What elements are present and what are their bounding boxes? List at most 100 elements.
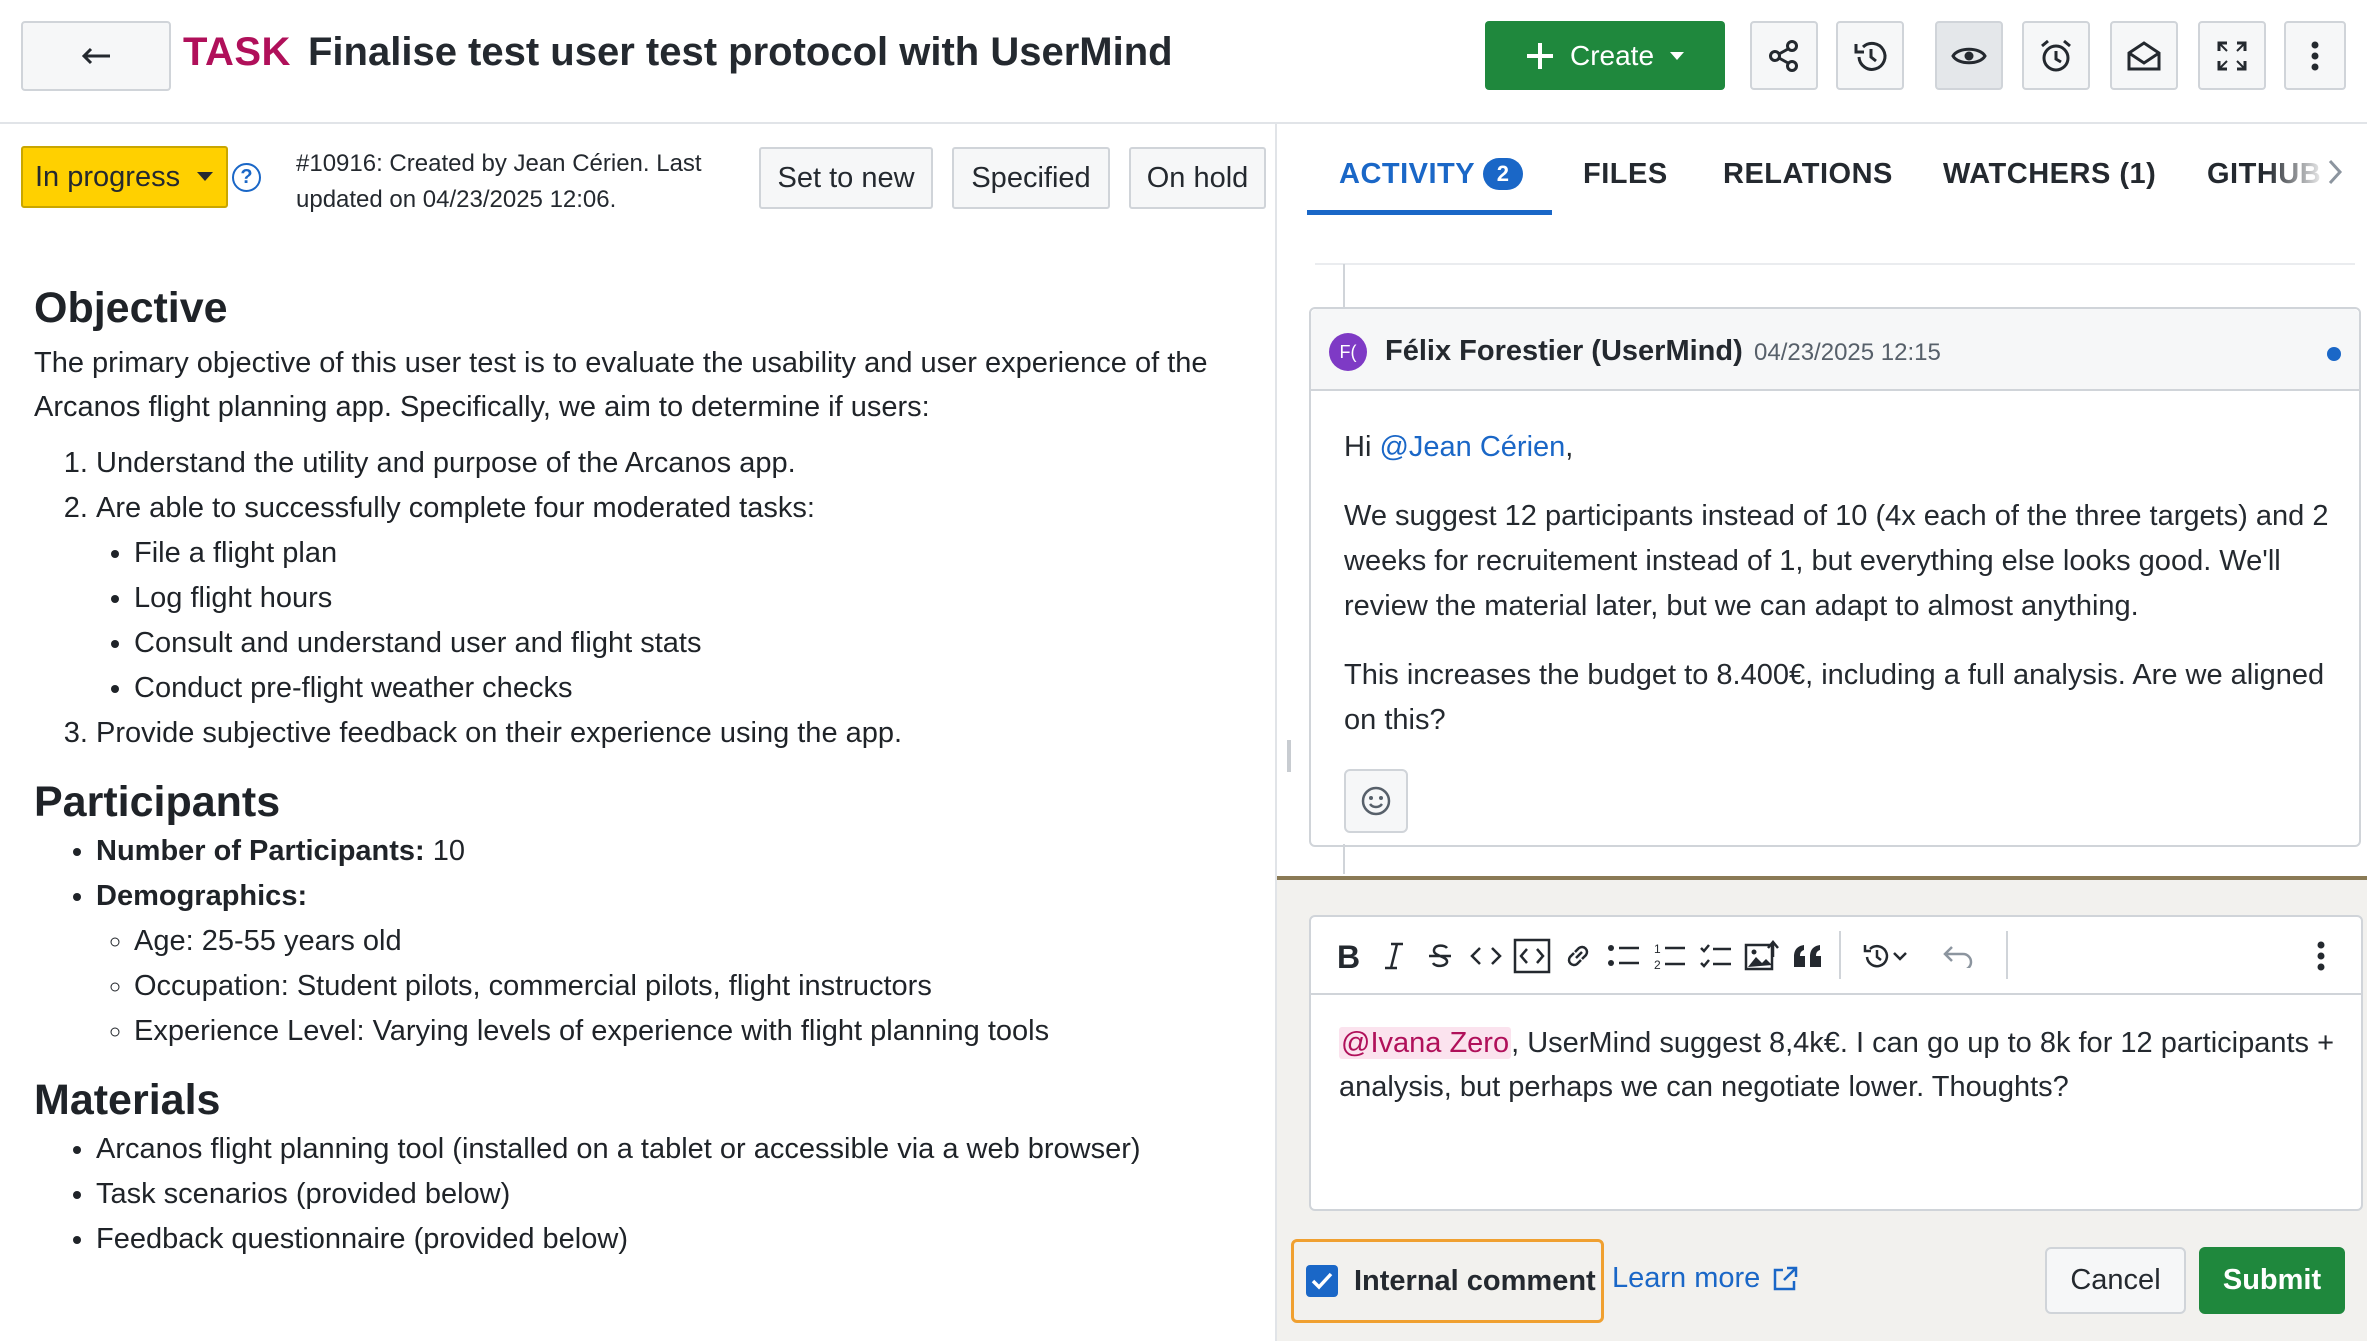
greeting-end: , <box>1565 431 1573 463</box>
history-icon <box>1851 38 1889 74</box>
editor-more-button[interactable] <box>2296 931 2346 981</box>
undo-button[interactable] <box>1933 931 1983 981</box>
link-button[interactable] <box>1553 931 1603 981</box>
tab-activity[interactable]: ACTIVITY2 <box>1339 158 1523 191</box>
demographics-label: Demographics: <box>96 880 307 912</box>
status-dropdown[interactable]: In progress <box>21 146 228 208</box>
participants-count-label: Number of Participants: <box>96 835 425 867</box>
toolbar-separator <box>2006 931 2008 979</box>
plus-icon <box>1524 40 1556 72</box>
bulleted-list-button[interactable] <box>1599 931 1649 981</box>
watch-button[interactable] <box>1935 21 2003 90</box>
reminder-button[interactable] <box>2022 21 2090 90</box>
numbered-list-icon: 12 <box>1653 941 1687 971</box>
more-vertical-icon <box>2311 41 2319 71</box>
timeline-line <box>1343 264 1345 309</box>
fullscreen-icon <box>2216 40 2248 72</box>
undo-icon <box>1942 944 1974 968</box>
task-header: TASK Finalise test user test protocol wi… <box>0 0 2367 124</box>
image-upload-button[interactable] <box>1737 931 1787 981</box>
list-item: Arcanos flight planning tool (installed … <box>96 1127 1254 1172</box>
unread-indicator <box>2327 347 2341 361</box>
specified-button[interactable]: Specified <box>952 147 1110 209</box>
task-meta: #10916: Created by Jean Cérien. Last upd… <box>296 146 736 218</box>
materials-list: Arcanos flight planning tool (installed … <box>34 1127 1254 1262</box>
share-icon <box>1767 39 1801 73</box>
more-menu-button[interactable] <box>2284 21 2346 90</box>
list-item: Experience Level: Varying levels of expe… <box>134 1009 1254 1054</box>
strikethrough-button[interactable] <box>1415 931 1465 981</box>
inline-code-button[interactable] <box>1461 931 1511 981</box>
toolbar-separator <box>1839 931 1841 979</box>
work-package-type: TASK <box>183 30 291 75</box>
code-block-button[interactable] <box>1507 931 1557 981</box>
add-reaction-button[interactable] <box>1344 769 1408 833</box>
submit-button[interactable]: Submit <box>2199 1247 2345 1314</box>
caret-down-icon <box>196 171 214 183</box>
code-block-icon <box>1513 938 1551 974</box>
todo-list-button[interactable] <box>1691 931 1741 981</box>
objective-text: The primary objective of this user test … <box>34 341 1254 429</box>
task-list: File a flight plan Log flight hours Cons… <box>96 531 1254 711</box>
list-item: Demographics: Age: 25-55 years old Occup… <box>96 874 1254 1054</box>
editor-toolbar: B 12 <box>1311 917 2361 995</box>
bulleted-list-icon <box>1607 943 1641 969</box>
smiley-icon <box>1360 785 1392 817</box>
tab-watchers[interactable]: WATCHERS (1) <box>1943 158 2156 191</box>
share-button[interactable] <box>1750 21 1818 90</box>
learn-more-link[interactable]: Learn more <box>1612 1262 1798 1295</box>
fullscreen-button[interactable] <box>2198 21 2266 90</box>
list-item: File a flight plan <box>134 531 1254 576</box>
list-item: Understand the utility and purpose of th… <box>96 441 1254 486</box>
comment-header: F( Félix Forestier (UserMind) 04/23/2025… <box>1311 309 2359 391</box>
comment-body: Hi @Jean Cérien, We suggest 12 participa… <box>1344 425 2344 767</box>
help-icon[interactable]: ? <box>232 163 261 192</box>
internal-comment-toggle[interactable]: Internal comment <box>1291 1239 1604 1323</box>
create-button[interactable]: Create <box>1485 21 1725 90</box>
avatar[interactable]: F( <box>1329 333 1367 371</box>
italic-button[interactable] <box>1369 931 1419 981</box>
svg-text:1: 1 <box>1654 942 1661 956</box>
chevron-down-icon <box>1892 951 1908 961</box>
participants-count: 10 <box>425 835 465 867</box>
tab-files[interactable]: FILES <box>1583 158 1668 191</box>
internal-comment-checkbox[interactable] <box>1306 1265 1338 1297</box>
baseline-button[interactable] <box>1836 21 1904 90</box>
list-item: Conduct pre-flight weather checks <box>134 666 1254 711</box>
demographics-list: Age: 25-55 years old Occupation: Student… <box>96 919 1254 1054</box>
page-title[interactable]: Finalise test user test protocol with Us… <box>308 30 1173 75</box>
tab-bar: ACTIVITY2 FILES RELATIONS WATCHERS (1) G… <box>1277 124 2367 216</box>
active-tab-indicator <box>1307 210 1552 215</box>
back-button[interactable] <box>21 21 171 91</box>
timeline-line <box>1343 844 1345 874</box>
description[interactable]: Objective The primary objective of this … <box>34 284 1254 1262</box>
comment-author[interactable]: Félix Forestier (UserMind) <box>1385 335 1743 368</box>
checkmark-icon <box>1311 1272 1333 1290</box>
caret-down-icon <box>1668 50 1686 62</box>
internal-comment-label: Internal comment <box>1354 1265 1596 1298</box>
bold-button[interactable]: B <box>1323 931 1373 981</box>
quote-button[interactable] <box>1783 931 1833 981</box>
rich-text-editor[interactable]: B 12 @Ivana Zero, UserMind suggest 8,4k€… <box>1309 915 2363 1211</box>
link-icon <box>1563 941 1593 971</box>
comment-composer: B 12 @Ivana Zero, UserMind suggest 8,4k€… <box>1277 876 2367 1341</box>
numbered-list-button[interactable]: 12 <box>1645 931 1695 981</box>
list-item: Occupation: Student pilots, commercial p… <box>134 964 1254 1009</box>
on-hold-button[interactable]: On hold <box>1129 147 1266 209</box>
comment-draft[interactable]: @Ivana Zero, UserMind suggest 8,4k€. I c… <box>1339 1021 2349 1109</box>
bold-icon: B <box>1335 941 1361 971</box>
objective-list: Understand the utility and purpose of th… <box>34 441 1254 756</box>
tabs-scroll-right-button[interactable] <box>2327 158 2357 198</box>
user-mention[interactable]: @Jean Cérien <box>1379 431 1565 463</box>
notifications-button[interactable] <box>2110 21 2178 90</box>
activity-count-badge: 2 <box>1483 158 1523 190</box>
strikethrough-icon <box>1426 941 1454 971</box>
history-dropdown-button[interactable] <box>1887 931 1913 981</box>
set-to-new-button[interactable]: Set to new <box>759 147 933 209</box>
list-item: Feedback questionnaire (provided below) <box>96 1217 1254 1262</box>
tab-relations[interactable]: RELATIONS <box>1723 158 1893 191</box>
cancel-button[interactable]: Cancel <box>2045 1247 2186 1314</box>
comment-date[interactable]: 04/23/2025 12:15 <box>1754 339 1941 367</box>
user-mention[interactable]: @Ivana Zero <box>1339 1027 1511 1059</box>
quote-icon <box>1792 943 1824 969</box>
